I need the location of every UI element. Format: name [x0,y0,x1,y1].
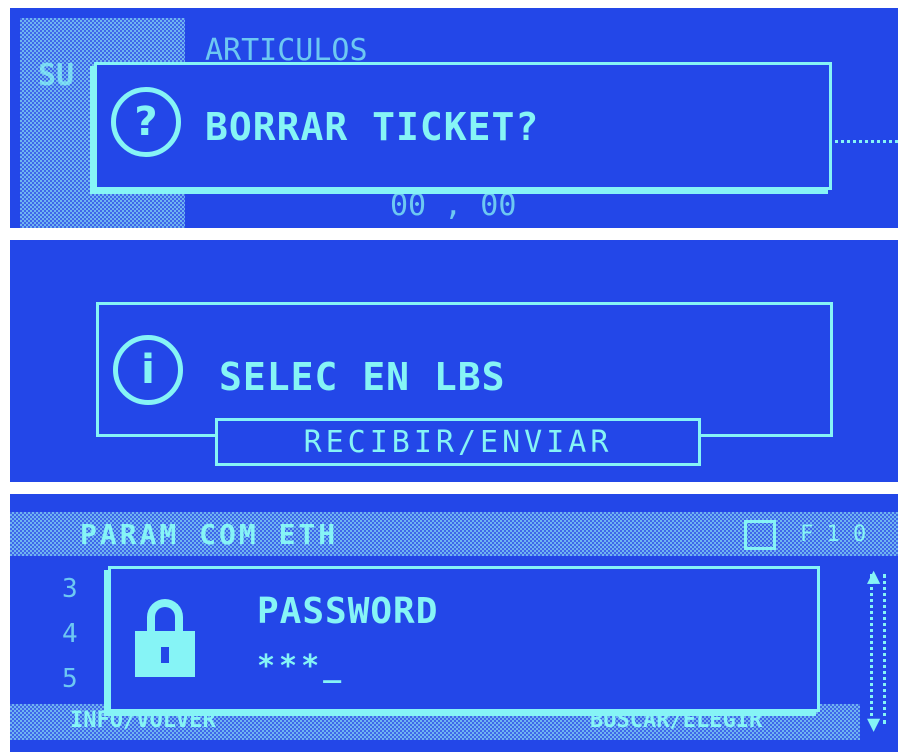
scrollbar[interactable] [870,574,886,724]
background-value: 00 , 00 [390,188,517,223]
scroll-down-arrow-icon[interactable]: ▼ [867,712,880,737]
question-icon: ? [111,87,181,157]
confirm-dialog: ? BORRAR TICKET? [94,62,832,190]
lcd-screen-select-units: i SELEC EN LBS RECIBIR/ENVIAR [10,240,898,482]
password-title: PASSWORD [257,591,439,632]
dialog-message: BORRAR TICKET? [205,105,540,149]
button-label: RECIBIR/ENVIAR [303,424,613,460]
lcd-screen-delete-ticket: SU ARTICULOS 00 , 00 ? BORRAR TICKET? [10,8,898,228]
lock-icon [135,599,195,677]
dialog-message: SELEC EN LBS [219,355,506,399]
recibir-enviar-button[interactable]: RECIBIR/ENVIAR [215,418,701,466]
scroll-up-arrow-icon[interactable]: ▲ [867,564,880,589]
dotted-line [835,140,898,143]
password-dialog: PASSWORD ***_ [108,566,820,712]
header-right: F 1 0 [800,522,867,547]
row-number-4: 4 [62,619,78,649]
header-title: PARAM COM ETH [80,518,339,551]
row-number-3: 3 [62,574,78,604]
lcd-screen-password: PARAM COM ETH F 1 0 3 4 5 ▲ ▼ INFO/VOLVE… [10,494,898,752]
info-icon: i [113,335,183,405]
password-input[interactable]: ***_ [257,649,345,684]
info-dialog: i SELEC EN LBS [96,302,833,437]
edit-icon [744,520,776,550]
row-number-5: 5 [62,664,78,694]
background-side-label: SU [38,58,75,93]
